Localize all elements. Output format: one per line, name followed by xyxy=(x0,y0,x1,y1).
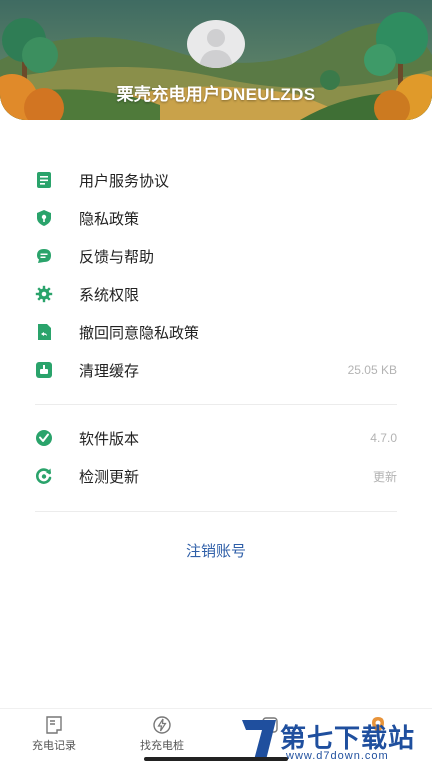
message-icon xyxy=(37,249,51,263)
tab-label: 找充电桩 xyxy=(140,740,184,752)
menu-item-clear-cache[interactable]: 清理缓存 25.05 KB xyxy=(0,351,432,389)
menu-item-label: 软件版本 xyxy=(79,430,140,448)
receipt-icon xyxy=(46,716,62,734)
menu-item-label: 清理缓存 xyxy=(79,362,140,380)
menu-item-label: 反馈与帮助 xyxy=(79,248,155,266)
version-value: 4.7.0 xyxy=(370,431,397,445)
refresh-icon xyxy=(36,468,52,484)
menu-item-label: 撤回同意隐私政策 xyxy=(79,324,200,342)
menu-item-system-permissions[interactable]: 系统权限 xyxy=(0,275,432,313)
cache-size: 25.05 KB xyxy=(347,363,397,377)
menu-item-revoke-privacy[interactable]: 撤回同意隐私政策 xyxy=(0,313,432,351)
username: 栗壳充电用户DNEULZDS xyxy=(116,85,316,104)
document-icon xyxy=(37,172,51,188)
menu-item-app-version[interactable]: 软件版本 4.7.0 xyxy=(0,419,432,457)
home-indicator xyxy=(144,757,288,761)
menu-item-label: 隐私政策 xyxy=(79,210,140,228)
menu-item-privacy-policy[interactable]: 隐私政策 xyxy=(0,199,432,237)
menu-item-label: 检测更新 xyxy=(79,468,140,486)
shield-icon xyxy=(37,210,51,226)
menu-item-user-agreement[interactable]: 用户服务协议 xyxy=(0,161,432,199)
tab-label: 充电记录 xyxy=(32,740,76,752)
menu-item-label: 用户服务协议 xyxy=(79,172,170,190)
check-badge-icon xyxy=(36,430,52,446)
menu-item-feedback-help[interactable]: 反馈与帮助 xyxy=(0,237,432,275)
avatar[interactable] xyxy=(187,20,245,68)
update-value[interactable]: 更新 xyxy=(373,468,397,485)
gear-icon xyxy=(35,285,53,303)
menu-item-label: 系统权限 xyxy=(79,286,140,304)
watermark-url: www.d7down.com xyxy=(286,750,389,762)
user-silhouette-icon xyxy=(199,29,233,68)
divider xyxy=(35,511,397,512)
menu-item-check-update[interactable]: 检测更新 更新 xyxy=(0,457,432,495)
profile-header: 栗壳充电用户DNEULZDS xyxy=(0,0,432,120)
lightning-icon xyxy=(153,716,171,734)
tab-charging-records[interactable]: 充电记录 xyxy=(0,709,108,768)
revoke-doc-icon xyxy=(38,324,51,340)
logout-account-button[interactable]: 注销账号 xyxy=(0,540,432,561)
divider xyxy=(35,404,397,405)
broom-icon xyxy=(36,362,52,378)
